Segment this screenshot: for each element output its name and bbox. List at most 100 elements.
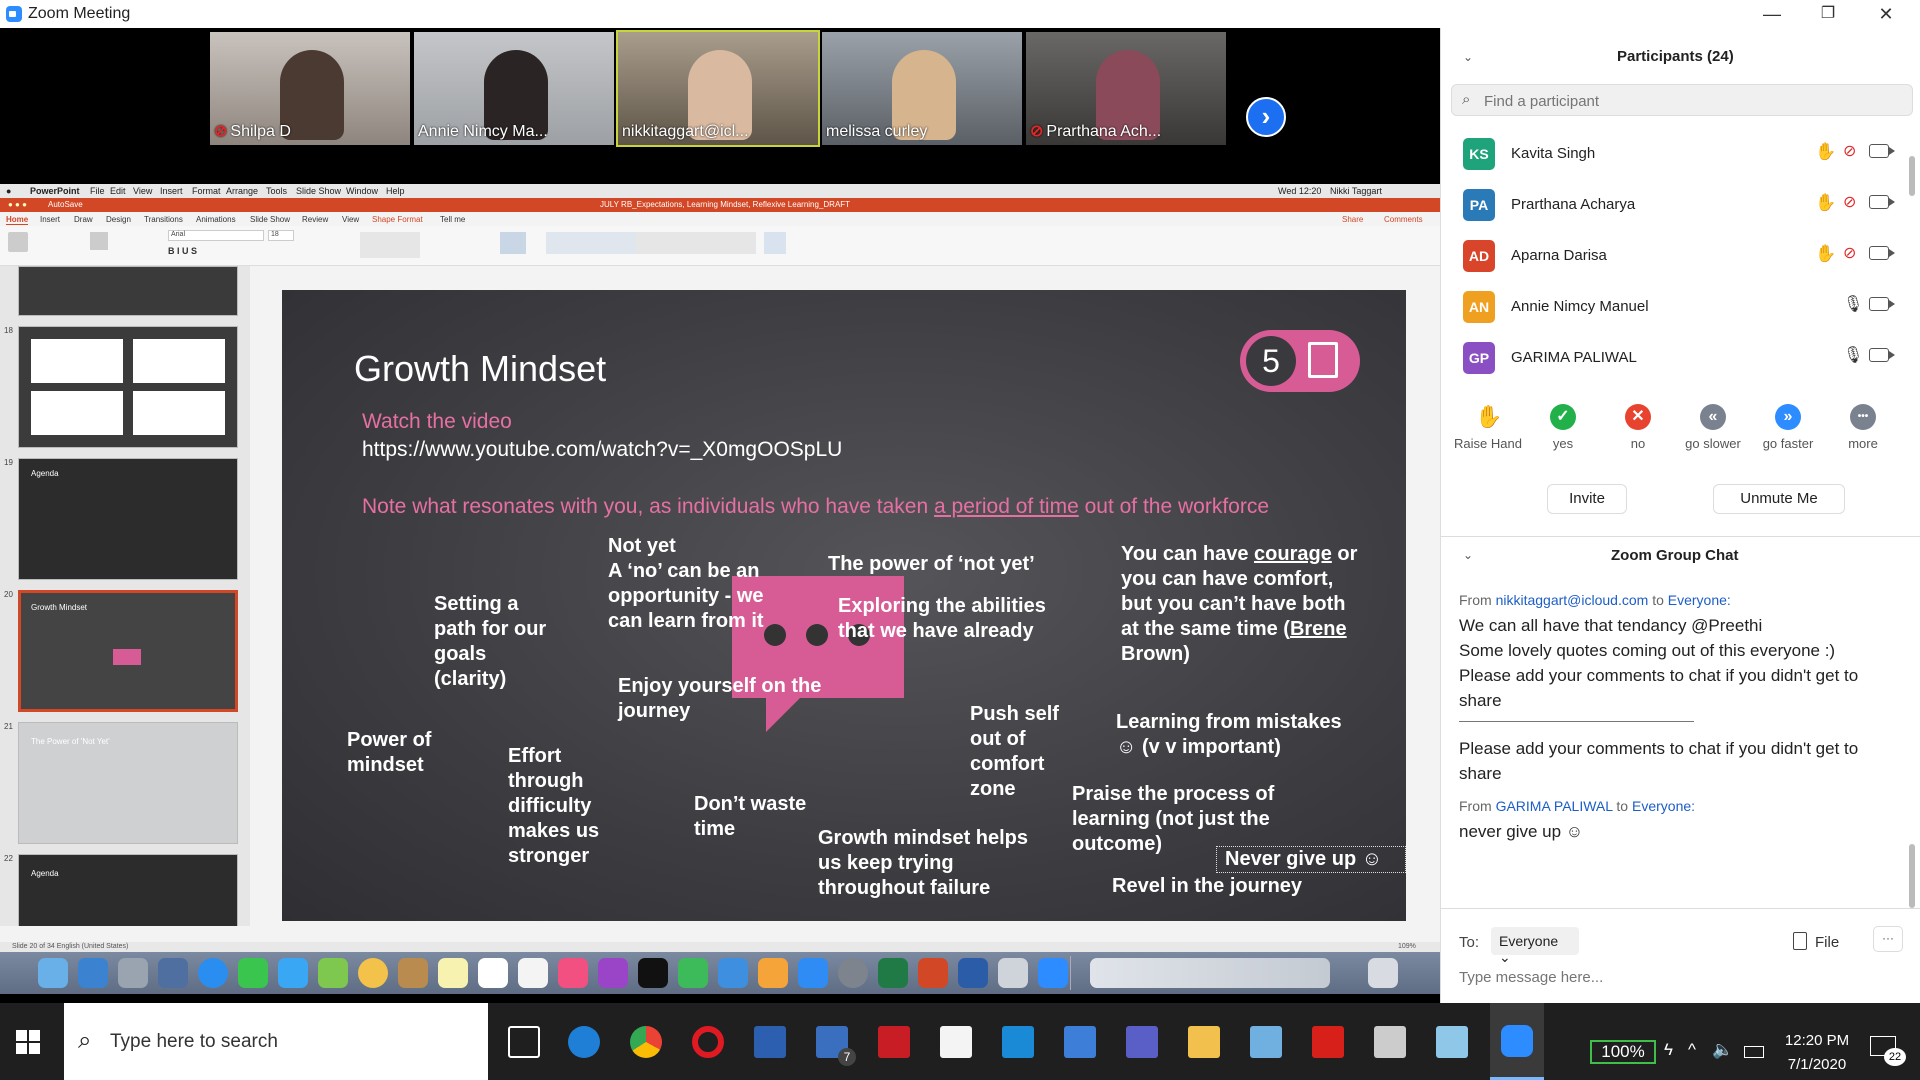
app-icon[interactable]: [1374, 1026, 1406, 1058]
participant-row[interactable]: AD Aparna Darisa ✋ ⊘: [1441, 230, 1911, 280]
camera-icon[interactable]: [1869, 297, 1895, 311]
raise-hand-button[interactable]: ✋ Raise Hand: [1453, 404, 1523, 451]
safari-icon[interactable]: [198, 958, 228, 988]
convert-smartart-icon[interactable]: [500, 232, 526, 254]
yes-button[interactable]: ✓ yes: [1528, 404, 1598, 451]
menu-item[interactable]: Arrange: [226, 186, 258, 196]
menu-item[interactable]: View: [133, 186, 152, 196]
invite-button[interactable]: Invite: [1547, 484, 1627, 514]
menu-item[interactable]: File: [90, 186, 105, 196]
chat-more-button[interactable]: ···: [1873, 926, 1903, 952]
show-hidden-icons-chevron-icon[interactable]: ^: [1688, 1040, 1696, 1060]
no-button[interactable]: ✕ no: [1603, 404, 1673, 451]
camera-icon[interactable]: [1869, 144, 1895, 158]
participant-row[interactable]: KS Kavita Singh ✋ ⊘: [1441, 128, 1911, 178]
participant-row[interactable]: PA Prarthana Acharya ✋ ⊘: [1441, 179, 1911, 229]
tab-view[interactable]: View: [342, 215, 359, 224]
close-button[interactable]: ✕: [1866, 2, 1906, 26]
file-button[interactable]: File: [1815, 934, 1839, 951]
zoom-level[interactable]: 109%: [1398, 943, 1416, 950]
network-app-icon[interactable]: [1064, 1026, 1096, 1058]
battery-icon[interactable]: [1744, 1046, 1764, 1058]
edge-icon[interactable]: [568, 1026, 600, 1058]
taskbar-date[interactable]: 7/1/2020: [1780, 1056, 1854, 1073]
mcafee-icon[interactable]: [878, 1026, 910, 1058]
podcasts-icon[interactable]: [598, 958, 628, 988]
muted-mic-icon[interactable]: ⊘: [1843, 141, 1856, 161]
slide-thumbnail[interactable]: [18, 266, 238, 316]
rocket-icon[interactable]: [118, 958, 148, 988]
next-videos-button[interactable]: ›: [1246, 97, 1286, 137]
video-tile[interactable]: Annie Nimcy Ma...: [414, 32, 614, 145]
slide-thumbnail[interactable]: Agenda: [18, 458, 238, 580]
video-tile[interactable]: ⊘ Shilpa D: [210, 32, 410, 145]
more-feedback-button[interactable]: ••• more: [1828, 404, 1898, 451]
participant-search-box[interactable]: ⌕: [1451, 84, 1913, 116]
windows-start-icon[interactable]: [16, 1030, 40, 1054]
preview-icon[interactable]: [998, 958, 1028, 988]
trash-icon[interactable]: [1368, 958, 1398, 988]
speaker-icon[interactable]: 🔈: [1712, 1040, 1733, 1060]
document-icon[interactable]: [940, 1026, 972, 1058]
task-view-icon[interactable]: [508, 1026, 540, 1058]
file-explorer-icon[interactable]: [1188, 1026, 1220, 1058]
chat-scrollbar[interactable]: [1909, 844, 1915, 908]
tab-draw[interactable]: Draw: [74, 215, 93, 224]
go-faster-button[interactable]: » go faster: [1753, 404, 1823, 451]
slide-thumbnail-hidden[interactable]: The Power of 'Not Yet': [18, 722, 238, 844]
settings-icon[interactable]: [838, 958, 868, 988]
chat-message-input[interactable]: [1459, 962, 1899, 992]
participant-search-input[interactable]: [1484, 89, 1904, 113]
slide-thumbnail[interactable]: [18, 326, 238, 448]
battery-indicator[interactable]: 100%: [1590, 1040, 1656, 1064]
video-tile-active-speaker[interactable]: nikkitaggart@icl...: [616, 30, 820, 147]
menu-item[interactable]: Help: [386, 186, 405, 196]
minimized-windows[interactable]: [1090, 958, 1330, 988]
menu-item[interactable]: Insert: [160, 186, 183, 196]
store-icon[interactable]: [1002, 1026, 1034, 1058]
excel-icon[interactable]: [878, 958, 908, 988]
tab-insert[interactable]: Insert: [40, 215, 60, 224]
mic-icon[interactable]: 🎙: [1843, 294, 1863, 314]
teams-icon[interactable]: [1126, 1026, 1158, 1058]
finder-icon[interactable]: [38, 958, 68, 988]
keynote-icon[interactable]: [718, 958, 748, 988]
word-icon[interactable]: [958, 958, 988, 988]
font-size-select[interactable]: 18: [268, 230, 294, 241]
reminders-icon[interactable]: [518, 958, 548, 988]
app-icon[interactable]: [754, 1026, 786, 1058]
muted-mic-icon[interactable]: ⊘: [1843, 243, 1856, 263]
recipient-name[interactable]: Everyone:: [1668, 592, 1731, 608]
mail-dock-icon[interactable]: [158, 958, 188, 988]
participants-scrollbar[interactable]: [1909, 156, 1915, 196]
zoom-taskbar-button[interactable]: [1490, 1003, 1544, 1080]
tab-slide-show[interactable]: Slide Show: [250, 215, 290, 224]
file-icon[interactable]: [1793, 932, 1807, 950]
minimize-button[interactable]: —: [1752, 2, 1792, 26]
app-icon[interactable]: [1250, 1026, 1282, 1058]
video-tile[interactable]: ⊘ Prarthana Ach...: [1026, 32, 1226, 145]
tab-shape-format[interactable]: Shape Format: [372, 215, 423, 224]
menu-item[interactable]: Window: [346, 186, 378, 196]
tell-me-field[interactable]: Tell me: [440, 215, 465, 224]
power-icon[interactable]: ϟ: [1664, 1040, 1673, 1060]
facetime-icon[interactable]: [238, 958, 268, 988]
notes-icon[interactable]: [438, 958, 468, 988]
slide-thumbnail[interactable]: Agenda: [18, 854, 238, 926]
maximize-button[interactable]: ❐: [1808, 2, 1848, 26]
menu-item[interactable]: Edit: [110, 186, 126, 196]
collapse-participants-chevron-icon[interactable]: ⌄: [1463, 50, 1473, 64]
numbers-icon[interactable]: [678, 958, 708, 988]
design-ideas-icon[interactable]: [764, 232, 786, 254]
paragraph-controls[interactable]: [360, 232, 420, 258]
tab-animations[interactable]: Animations: [196, 215, 236, 224]
video-url-link[interactable]: https://www.youtube.com/watch?v=_X0mgOOS…: [362, 438, 842, 462]
tab-transitions[interactable]: Transitions: [144, 215, 183, 224]
chrome-icon[interactable]: [630, 1026, 662, 1058]
participant-row[interactable]: GP GARIMA PALIWAL 🎙: [1441, 332, 1911, 382]
participant-row[interactable]: AN Annie Nimcy Manuel 🎙: [1441, 281, 1911, 331]
arrange-styles-icon[interactable]: [636, 232, 756, 254]
comments-button[interactable]: Comments: [1384, 215, 1423, 224]
video-tile[interactable]: melissa curley: [822, 32, 1022, 145]
font-family-select[interactable]: Arial: [168, 230, 264, 241]
